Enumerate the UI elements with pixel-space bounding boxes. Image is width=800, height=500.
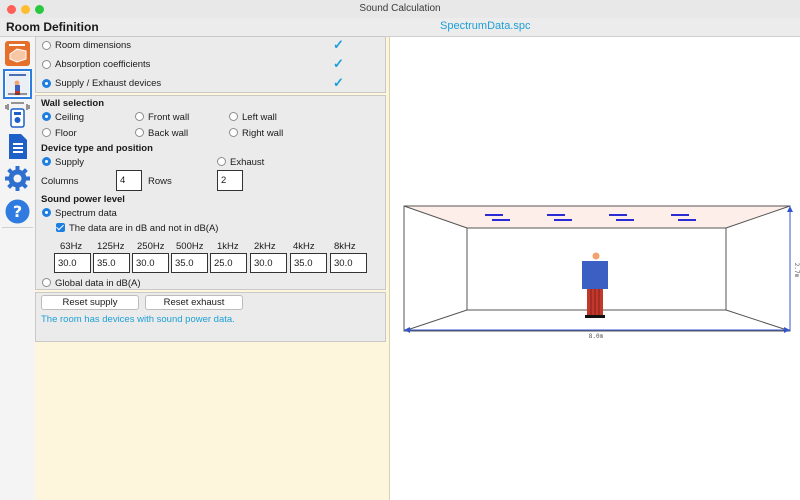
db-checkbox[interactable] [56, 223, 65, 232]
freq-label: 8kHz [334, 241, 356, 252]
step-absorption-radio[interactable] [42, 60, 51, 69]
wall-right-radio[interactable] [229, 128, 238, 137]
freq-label: 4kHz [293, 241, 315, 252]
room-height-label: 2.7m [793, 263, 800, 278]
wall-floor-radio[interactable] [42, 128, 51, 137]
wall-ceiling-radio[interactable] [42, 112, 51, 121]
header-bar: Room Definition SpectrumData.spc [0, 18, 800, 37]
freq-label: 250Hz [137, 241, 165, 252]
wall-left-radio[interactable] [229, 112, 238, 121]
freq-label: 125Hz [97, 241, 125, 252]
gear-icon[interactable] [4, 165, 31, 192]
spectrum-data-radio[interactable] [42, 208, 51, 217]
room-preview: 8.0m 2.7m [403, 205, 800, 340]
room-shape-icon[interactable] [4, 40, 31, 67]
file-name: SpectrumData.spc [440, 20, 531, 32]
columns-input[interactable]: 4 [116, 170, 142, 191]
room-definition-icon[interactable] [3, 69, 32, 99]
wall-front-label: Front wall [148, 112, 190, 123]
step-absorption-label: Absorption coefficients [55, 59, 151, 70]
wall-ceiling-label: Ceiling [55, 112, 85, 123]
wall-back-radio[interactable] [135, 128, 144, 137]
global-data-radio[interactable] [42, 278, 51, 287]
freq-label: 63Hz [60, 241, 83, 252]
freq-label: 2kHz [254, 241, 276, 252]
rows-label: Rows [148, 176, 172, 187]
spectrum-value-input[interactable]: 35.0 [171, 253, 208, 273]
columns-label: Columns [41, 176, 79, 187]
spectrum-value-input[interactable]: 35.0 [290, 253, 327, 273]
device-exhaust-label: Exhaust [230, 157, 265, 168]
step-done-check-icon: ✓ [333, 56, 344, 71]
wall-right-label: Right wall [242, 128, 284, 139]
spectrum-data-label: Spectrum data [55, 208, 117, 219]
device-type-heading: Device type and position [41, 143, 153, 154]
spectrum-value-input[interactable]: 25.0 [210, 253, 247, 273]
document-icon[interactable] [4, 133, 31, 160]
help-icon[interactable]: ? [4, 198, 31, 225]
window-titlebar: Sound Calculation [0, 0, 800, 19]
spectrum-value-input[interactable]: 30.0 [132, 253, 169, 273]
status-message: The room has devices with sound power da… [41, 314, 235, 325]
reset-exhaust-button[interactable]: Reset exhaust [145, 295, 243, 310]
section-title: Room Definition [6, 20, 99, 34]
spectrum-value-input[interactable]: 30.0 [250, 253, 287, 273]
freq-label: 1kHz [217, 241, 239, 252]
device-supply-radio[interactable] [42, 157, 51, 166]
sound-source-icon[interactable] [4, 101, 31, 128]
wall-floor-label: Floor [55, 128, 77, 139]
spectrum-value-input[interactable]: 30.0 [330, 253, 367, 273]
step-done-check-icon: ✓ [333, 75, 344, 90]
toolbar-divider [2, 227, 33, 228]
step-room-dimensions-label: Room dimensions [55, 40, 132, 51]
step-devices-label: Supply / Exhaust devices [55, 78, 162, 89]
step-room-dimensions-radio[interactable] [42, 41, 51, 50]
freq-label: 500Hz [176, 241, 204, 252]
svg-text:?: ? [13, 202, 22, 221]
step-devices-radio[interactable] [42, 79, 51, 88]
spectrum-value-input[interactable]: 35.0 [93, 253, 130, 273]
wall-front-radio[interactable] [135, 112, 144, 121]
reset-supply-button[interactable]: Reset supply [41, 295, 139, 310]
rows-input[interactable]: 2 [217, 170, 243, 191]
sound-power-heading: Sound power level [41, 194, 125, 205]
spectrum-value-input[interactable]: 30.0 [54, 253, 91, 273]
device-supply-label: Supply [55, 157, 85, 168]
wall-selection-heading: Wall selection [41, 98, 104, 109]
left-toolbar: ? [0, 37, 36, 500]
wall-left-label: Left wall [242, 112, 277, 123]
device-exhaust-radio[interactable] [217, 157, 226, 166]
step-done-check-icon: ✓ [333, 37, 344, 52]
window-title: Sound Calculation [359, 3, 441, 14]
room-width-label: 8.0m [589, 333, 604, 340]
db-checkbox-label: The data are in dB and not in dB(A) [69, 223, 219, 234]
wall-back-label: Back wall [148, 128, 189, 139]
global-data-label: Global data in dB(A) [55, 278, 141, 289]
